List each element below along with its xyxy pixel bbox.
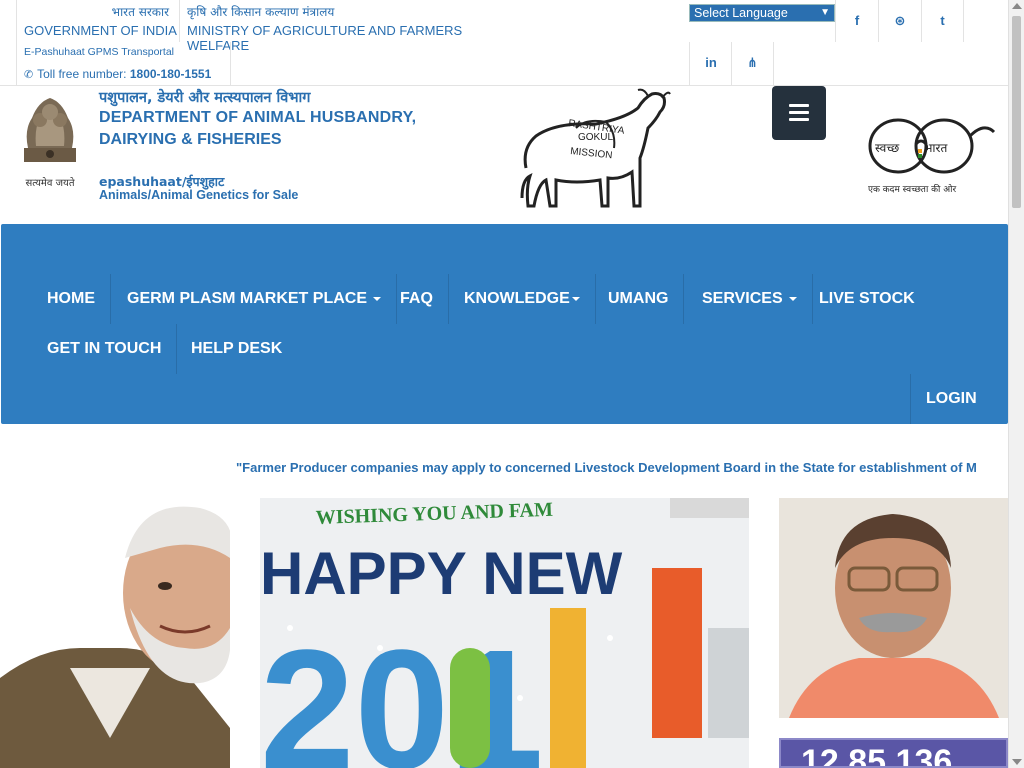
visitor-counter: 12,85,136 — [779, 738, 1008, 768]
nav-germ-plasm[interactable]: GERM PLASM MARKET PLACE — [112, 274, 397, 324]
nav-knowledge[interactable]: KNOWLEDGE — [449, 274, 596, 324]
site-tagline-english: Animals/Animal Genetics for Sale — [99, 188, 299, 202]
main-navigation: HOME GERM PLASM MARKET PLACE FAQ KNOWLED… — [1, 224, 1008, 424]
scroll-up-icon[interactable] — [1012, 3, 1022, 9]
banner-headline: HAPPY NEW — [260, 540, 623, 607]
new-year-banner: WISHING YOU AND FAM HAPPY NEW 201 — [260, 498, 749, 768]
swachh-bharat-logo: स्वच्छ भारत एक कदम स्वच्छता की ओर — [868, 118, 996, 195]
nav-get-in-touch[interactable]: GET IN TOUCH — [32, 324, 178, 374]
emblem-motto: सत्यमेव जयते — [25, 177, 74, 189]
linkedin-icon[interactable]: in — [689, 42, 732, 86]
nav-services-label: SERVICES — [702, 290, 783, 307]
nav-help-desk[interactable]: HELP DESK — [176, 324, 297, 374]
language-select[interactable]: Select Language ▼ — [689, 4, 835, 22]
swachh-tagline: एक कदम स्वच्छता की ओर — [868, 183, 956, 195]
portal-name: E-Pashuhaat GPMS Transportal — [24, 46, 174, 58]
nav-home[interactable]: HOME — [32, 274, 111, 324]
page-scrollbar[interactable] — [1008, 0, 1024, 768]
dribbble-icon[interactable]: ⊛ — [878, 0, 921, 42]
news-marquee[interactable]: "Farmer Producer companies may apply to … — [236, 460, 1008, 478]
hamburger-line — [789, 111, 809, 114]
nav-germ-plasm-label: GERM PLASM MARKET PLACE — [127, 290, 367, 307]
government-hindi: भारत सरकार — [111, 5, 169, 19]
facebook-icon[interactable]: f — [835, 0, 878, 42]
nav-services[interactable]: SERVICES — [687, 274, 813, 324]
language-select-value: Select Language — [694, 6, 788, 20]
government-english: GOVERNMENT OF INDIA — [24, 23, 177, 38]
department-english-line1: DEPARTMENT OF ANIMAL HUSBANDRY, — [99, 109, 417, 126]
twitter-icon[interactable]: t — [921, 0, 964, 42]
hamburger-line — [789, 104, 809, 107]
sitemap-icon[interactable]: ⋔ — [731, 42, 774, 86]
banner-year: 201 — [260, 615, 544, 768]
bharat-word: भारत — [924, 141, 948, 155]
department-hindi: पशुपालन, डेयरी और मत्स्यपालन विभाग — [99, 90, 311, 106]
chevron-down-icon: ▼ — [820, 7, 830, 18]
menu-toggle-button[interactable] — [772, 86, 826, 140]
nav-get-in-touch-label: GET IN TOUCH — [47, 340, 162, 357]
scroll-thumb[interactable] — [1012, 16, 1021, 208]
rashtriya-gokul-mission-logo: RASHTRIYA GOKUL MISSION — [520, 88, 671, 208]
department-english-line2: DAIRYING & FISHERIES — [99, 131, 282, 148]
ministry-block: कृषि और किसान कल्याण मंत्रालय MINISTRY O… — [180, 0, 510, 53]
nav-umang[interactable]: UMANG — [593, 274, 685, 324]
nav-home-label: HOME — [47, 290, 95, 307]
tollfree-line: ✆ Toll free number: 1800-180-1551 — [24, 67, 211, 81]
tollfree-label: Toll free number: — [37, 67, 127, 81]
nav-help-desk-label: HELP DESK — [191, 340, 283, 357]
swachh-word: स्वच्छ — [875, 141, 899, 155]
nav-login-label: LOGIN — [926, 390, 977, 407]
phone-icon: ✆ — [24, 69, 34, 81]
tollfree-number: 1800-180-1551 — [129, 67, 212, 81]
prime-minister-photo — [0, 498, 230, 768]
nav-faq[interactable]: FAQ — [385, 274, 449, 324]
national-emblem-icon: सत्यमेव जयते — [24, 98, 76, 189]
rgm-text-2: GOKUL — [578, 132, 613, 143]
ministry-english: MINISTRY OF AGRICULTURE AND FARMERS WELF… — [187, 23, 463, 53]
portal-block: E-Pashuhaat GPMS Transportal ✆ Toll free… — [16, 42, 231, 86]
hamburger-line — [789, 118, 809, 121]
caret-down-icon — [788, 296, 797, 301]
caret-down-icon — [571, 296, 580, 301]
nav-login[interactable]: LOGIN — [910, 374, 992, 424]
minister-photo — [779, 498, 1008, 718]
nav-livestock-label: LIVE STOCK — [819, 290, 915, 307]
ministry-hindi: कृषि और किसान कल्याण मंत्रालय — [187, 5, 335, 19]
scroll-down-icon[interactable] — [1012, 759, 1022, 765]
top-bar: भारत सरकार GOVERNMENT OF INDIA कृषि और क… — [0, 0, 1008, 86]
government-block: भारत सरकार GOVERNMENT OF INDIA — [16, 0, 180, 42]
nav-faq-label: FAQ — [400, 290, 433, 307]
nav-livestock[interactable]: LIVE STOCK — [804, 274, 930, 324]
caret-down-icon — [373, 296, 381, 301]
nav-umang-label: UMANG — [608, 290, 669, 307]
nav-knowledge-label: KNOWLEDGE — [464, 290, 570, 307]
rgm-text-3: MISSION — [570, 146, 613, 161]
